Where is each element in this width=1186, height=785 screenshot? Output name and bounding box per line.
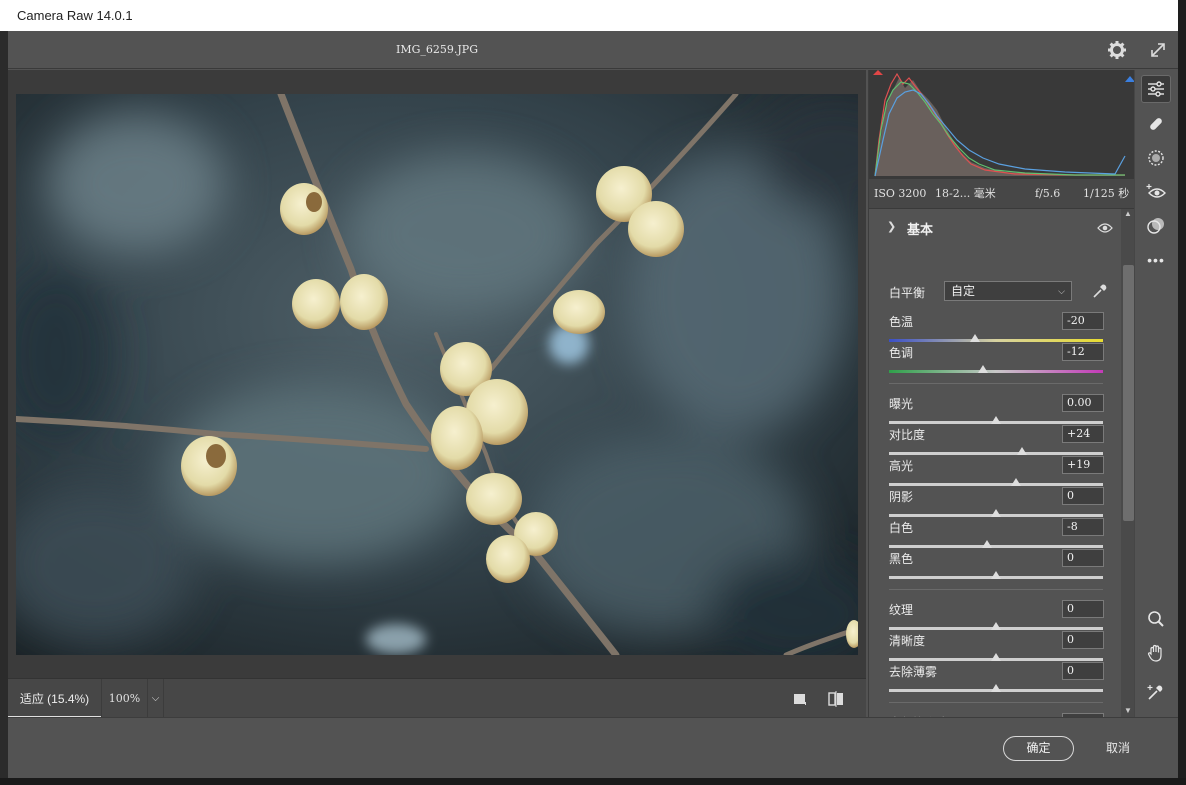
slider-value-input[interactable]: 0.00	[1062, 394, 1104, 412]
slider-thumb[interactable]	[1011, 478, 1022, 486]
slider-value-input[interactable]: 0	[1062, 549, 1104, 567]
zoom-dropdown[interactable]: ⌵	[148, 679, 164, 718]
single-view-icon[interactable]	[790, 689, 810, 709]
before-after-icon[interactable]	[826, 689, 846, 709]
slider-value-input[interactable]: -20	[1062, 312, 1104, 330]
slider-thumb[interactable]	[969, 334, 980, 342]
basic-section-header[interactable]: ❯ 基本	[869, 217, 1122, 239]
edit-panel: ISO 3200 18-2... 毫米 f/5.6 1/125 秒 ❯ 基本 白…	[868, 70, 1135, 743]
chevron-down-icon[interactable]: ❯	[887, 220, 896, 233]
slider-value-input[interactable]: 0	[1062, 631, 1104, 649]
camera-raw-window: IMG_6259.JPG 适应 (15.4%) 100% ⌵ ISO 3200 …	[8, 31, 1178, 778]
slider-thumb[interactable]	[991, 684, 1001, 692]
presets-icon[interactable]	[1141, 212, 1171, 240]
background-strip	[0, 778, 1186, 785]
slider-value-input[interactable]: +24	[1062, 425, 1104, 443]
shadow-clipping-warning-icon	[873, 70, 883, 75]
slider-track[interactable]	[889, 483, 1103, 486]
slider-track[interactable]	[889, 452, 1103, 455]
slider-value-input[interactable]: +19	[1062, 456, 1104, 474]
slider-value-input[interactable]: -12	[1062, 343, 1104, 361]
section-divider	[889, 383, 1103, 384]
redeye-icon[interactable]	[1141, 178, 1171, 206]
eye-icon[interactable]	[1097, 221, 1113, 233]
exif-focal: 18-2... 毫米	[935, 187, 996, 200]
zoom-fit-button[interactable]: 适应 (15.4%)	[8, 679, 101, 718]
slider-label: 色温	[889, 315, 914, 329]
section-title: 基本	[907, 222, 934, 237]
gear-icon[interactable]	[1107, 40, 1127, 60]
slider-thumb[interactable]	[1016, 447, 1027, 455]
slider-thumb[interactable]	[991, 416, 1001, 424]
slider-label: 去除薄雾	[889, 665, 938, 679]
scrollbar-thumb[interactable]	[1123, 265, 1134, 521]
slider-label: 阴影	[889, 490, 914, 504]
exif-aperture: f/5.6	[1035, 187, 1061, 200]
slider-track[interactable]	[889, 339, 1103, 342]
slider-value-input[interactable]: 0	[1062, 600, 1104, 618]
image-viewer[interactable]	[8, 70, 866, 678]
slider-label: 曝光	[889, 397, 914, 411]
white-balance-value: 自定	[951, 284, 976, 298]
slider-label: 纹理	[889, 603, 914, 617]
exif-info: ISO 3200 18-2... 毫米 f/5.6 1/125 秒	[869, 179, 1135, 209]
slider-value-input[interactable]: 0	[1062, 487, 1104, 505]
white-balance-select[interactable]: 自定 ⌵	[944, 281, 1072, 301]
white-balance-label: 白平衡	[889, 286, 926, 300]
section-divider	[889, 702, 1103, 703]
window-title: Camera Raw 14.0.1	[0, 0, 1178, 31]
more-icon[interactable]: •••	[1141, 246, 1171, 274]
exif-shutter: 1/125 秒	[1083, 187, 1130, 200]
slider-thumb[interactable]	[991, 571, 1001, 579]
slider-value-input[interactable]: 0	[1062, 662, 1104, 680]
scroll-up-icon[interactable]: ▲	[1123, 209, 1133, 218]
viewer-bottom-bar: 适应 (15.4%) 100% ⌵	[8, 678, 866, 718]
exif-iso: ISO 3200	[874, 187, 927, 200]
slider-label: 黑色	[889, 552, 914, 566]
cancel-button[interactable]: 取消	[1088, 736, 1148, 761]
slider-thumb[interactable]	[991, 653, 1001, 661]
dialog-footer: 确定 取消	[8, 717, 1178, 778]
slider-thumb[interactable]	[982, 540, 993, 548]
panel-scrollbar[interactable]: ▲ ▼	[1121, 209, 1134, 717]
eyedropper-icon[interactable]	[1091, 282, 1109, 300]
expand-icon[interactable]	[1148, 40, 1168, 60]
healing-icon[interactable]	[1141, 110, 1171, 138]
ok-button[interactable]: 确定	[1003, 736, 1074, 761]
mask-icon[interactable]	[1141, 144, 1171, 172]
sliders-icon[interactable]	[1141, 75, 1171, 103]
top-bar: IMG_6259.JPG	[8, 31, 1178, 69]
tool-strip: •••	[1134, 70, 1178, 735]
slider-label: 高光	[889, 459, 914, 473]
slider-track[interactable]	[889, 545, 1103, 548]
slider-thumb[interactable]	[991, 622, 1001, 630]
slider-label: 对比度	[889, 428, 926, 442]
slider-label: 白色	[889, 521, 914, 535]
hand-icon[interactable]	[1141, 639, 1171, 667]
zoom-100-button[interactable]: 100%	[101, 679, 148, 718]
slider-track[interactable]	[889, 370, 1103, 373]
section-divider	[889, 589, 1103, 590]
slider-label: 色调	[889, 346, 914, 360]
color-sampler-icon[interactable]	[1141, 678, 1171, 706]
zoom-icon[interactable]	[1141, 605, 1171, 633]
background-edge	[1178, 0, 1186, 785]
slider-thumb[interactable]	[991, 509, 1001, 517]
slider-label: 清晰度	[889, 634, 926, 648]
file-name: IMG_6259.JPG	[396, 43, 478, 56]
photo-preview[interactable]	[16, 94, 858, 655]
slider-thumb[interactable]	[978, 365, 989, 373]
slider-value-input[interactable]: -8	[1062, 518, 1104, 536]
scroll-down-icon[interactable]: ▼	[1123, 706, 1133, 715]
histogram	[869, 70, 1135, 179]
chevron-down-icon: ⌵	[1058, 286, 1065, 296]
